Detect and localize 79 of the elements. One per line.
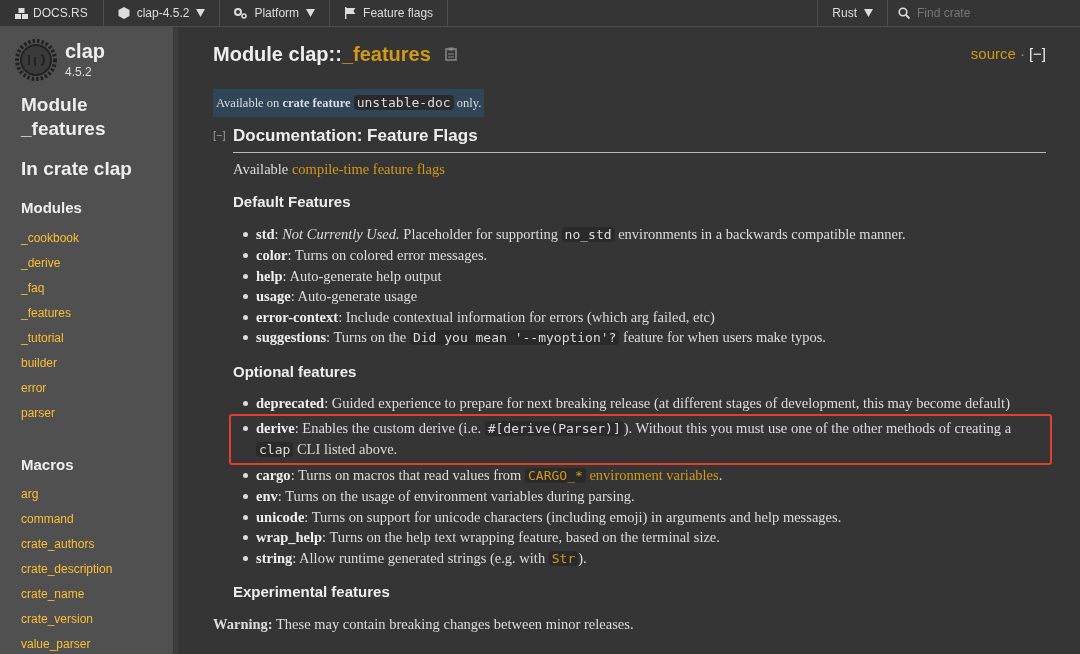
feature-item: usage: Auto-generate usage xyxy=(256,287,418,307)
link[interactable]: CARGO_* xyxy=(525,467,586,483)
section-heading: Macros xyxy=(21,454,75,475)
page-title: Module clap::_features xyxy=(213,42,431,67)
menu-button[interactable]: Feature flags xyxy=(330,0,449,26)
logo-icon xyxy=(15,39,57,81)
bullet-icon xyxy=(243,514,248,520)
sidebar-link[interactable]: _cookbook xyxy=(21,225,152,251)
sidebar-link[interactable]: crate_name xyxy=(21,582,152,607)
caret-icon xyxy=(864,9,873,17)
sidebar-link[interactable]: crate_authors xyxy=(21,532,152,557)
crate-version: 4.5.2 xyxy=(65,64,93,81)
crate-link[interactable]: In crate clap xyxy=(21,157,152,181)
section-heading: Modules xyxy=(21,198,83,218)
docs-link[interactable]: DOCS.RS xyxy=(0,0,104,26)
bullet-icon xyxy=(243,294,248,300)
cube-icon xyxy=(117,7,130,19)
subsection-heading: Default Features xyxy=(233,192,352,213)
sidebar-link[interactable]: _faq xyxy=(21,275,152,301)
bullet-icon xyxy=(243,555,248,561)
bullet-icon xyxy=(243,401,248,407)
subsection-heading: Experimental features xyxy=(233,582,391,603)
feature-item: color: Turns on colored error messages. xyxy=(256,246,488,266)
link[interactable]: Str xyxy=(548,550,579,566)
warning-text: Warning: These may contain breaking changes between minor releases. xyxy=(213,614,635,634)
bullet-icon xyxy=(243,535,248,541)
bullet-icon xyxy=(243,335,248,341)
bullet-icon xyxy=(243,472,248,478)
feature-item: wrap_help: Turns on the help text wrapping feature, based on the terminal size. xyxy=(256,528,720,548)
sidebar-link[interactable]: builder xyxy=(21,350,152,376)
collapse-toggle[interactable]: [−] xyxy=(1028,42,1046,66)
subsection-heading: Optional features xyxy=(233,361,358,382)
sidebar-link[interactable]: error xyxy=(21,375,152,401)
search-icon xyxy=(898,7,910,19)
bullet-icon xyxy=(243,494,248,500)
section-heading: Documentation: Feature Flags xyxy=(233,124,478,147)
availability-note: Available on crate feature unstable-doc only. xyxy=(213,89,485,117)
crate-name[interactable]: clap xyxy=(65,39,106,63)
sidebar-link[interactable]: command xyxy=(21,507,152,532)
copy-icon[interactable] xyxy=(444,47,457,61)
sidebar-link[interactable]: _derive xyxy=(21,250,152,276)
menu-button[interactable]: clap-4.5.2 xyxy=(103,0,221,26)
bullet-icon xyxy=(243,231,248,237)
feature-item: string: Allow runtime generated strings (e.g. with Str ). xyxy=(256,548,587,568)
feature-item: std: Not Currently Used. Placeholder for supporting no_std environments in a backwards compatible manner. xyxy=(256,224,906,244)
link[interactable]: environment variables xyxy=(585,466,719,483)
feature-item: suggestions: Turns on the Did you mean '--myoption'? feature for when users make typos. xyxy=(256,328,826,348)
sidebar-link[interactable]: value_parser xyxy=(21,632,152,654)
feature-item: env: Turns on the usage of environment variables during parsing. xyxy=(256,487,635,507)
feature-item: cargo: Turns on macros that read values from CARGO_* environment variables. xyxy=(256,465,723,485)
flag-icon xyxy=(344,7,357,19)
section-toggle[interactable]: [−] xyxy=(213,127,233,144)
sidebar-link[interactable]: parser xyxy=(21,400,152,426)
bullet-icon xyxy=(243,314,248,320)
gears-icon xyxy=(234,7,248,19)
bullet-icon xyxy=(243,253,248,259)
caret-icon xyxy=(306,9,316,17)
sidebar-link[interactable]: _features xyxy=(21,300,152,326)
sidebar-link[interactable]: _tutorial xyxy=(21,325,152,351)
feature-item: deprecated: Guided experience to prepare for next breaking release (at different stages of development, this may become default) xyxy=(256,394,1010,414)
feature-item: help: Auto-generate help output xyxy=(256,266,442,286)
menu-button[interactable]: Platform xyxy=(220,0,331,26)
rust-menu[interactable]: Rust xyxy=(817,0,888,26)
module-title: Module _features xyxy=(21,93,107,141)
search-field[interactable]: Find crate xyxy=(917,4,1067,22)
link[interactable]: compile-time feature flags xyxy=(291,161,445,178)
bullet-icon xyxy=(243,425,248,431)
feature-item: unicode: Turns on support for unicode characters (including emoji) in arguments and help messages. xyxy=(256,507,842,527)
bullet-icon xyxy=(243,273,248,279)
caret-icon xyxy=(196,9,206,17)
sidebar-link[interactable]: crate_description xyxy=(21,557,152,582)
cubes-icon xyxy=(15,7,28,19)
feature-item: derive: Enables the custom derive (i.e. #[derive(Parser)] ). Without this you must use one of the other methods of creating a clap CLI listed above. xyxy=(256,418,1013,460)
sidebar-link[interactable]: crate_version xyxy=(21,607,152,632)
intro-text: Available compile-time feature flags xyxy=(233,160,446,180)
sidebar-link[interactable]: arg xyxy=(21,482,152,507)
separator-dot: · xyxy=(1019,43,1025,64)
source-link[interactable]: source xyxy=(970,42,1016,66)
feature-item: error-context: Include contextual information for errors (which arg failed, etc) xyxy=(256,307,715,327)
